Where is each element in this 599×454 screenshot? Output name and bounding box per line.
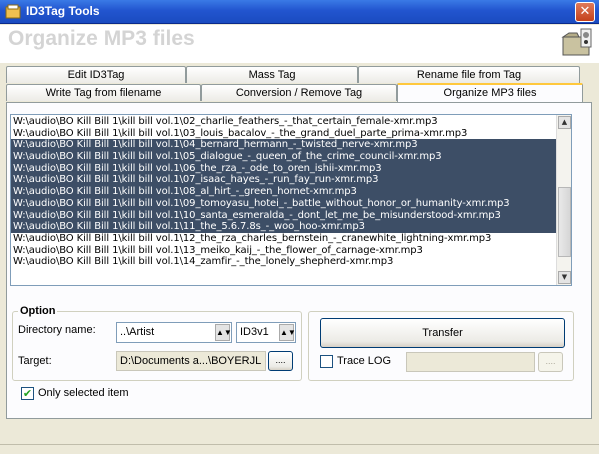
tab-write-tag-from-filename[interactable]: Write Tag from filename: [6, 84, 201, 101]
close-button[interactable]: ✕: [575, 2, 595, 22]
file-list[interactable]: W:\audio\BO Kill Bill 1\kill bill vol.1\…: [10, 114, 572, 286]
list-item[interactable]: W:\audio\BO Kill Bill 1\kill bill vol.1\…: [11, 245, 571, 257]
scroll-thumb[interactable]: [558, 187, 571, 257]
tab-rename-file-from-tag[interactable]: Rename file from Tag: [358, 66, 580, 83]
tag-version-select[interactable]: ID3v1 ▲▼: [236, 322, 296, 343]
scroll-up-button[interactable]: ▲: [558, 116, 571, 129]
list-item[interactable]: W:\audio\BO Kill Bill 1\kill bill vol.1\…: [11, 197, 571, 210]
vertical-scrollbar[interactable]: ▲ ▼: [556, 115, 571, 285]
list-item[interactable]: W:\audio\BO Kill Bill 1\kill bill vol.1\…: [11, 174, 571, 187]
tab-edit-id3tag[interactable]: Edit ID3Tag: [6, 66, 186, 83]
app-icon: [5, 4, 21, 19]
checkmark-icon: ✔: [22, 387, 33, 400]
tab-conversion-remove-tag[interactable]: Conversion / Remove Tag: [201, 84, 397, 101]
page-header: Organize MP3 files: [0, 25, 599, 63]
list-item[interactable]: W:\audio\BO Kill Bill 1\kill bill vol.1\…: [11, 221, 571, 233]
list-item[interactable]: W:\audio\BO Kill Bill 1\kill bill vol.1\…: [11, 186, 571, 198]
list-item[interactable]: W:\audio\BO Kill Bill 1\kill bill vol.1\…: [11, 162, 571, 175]
folder-music-icon: [561, 28, 592, 56]
title-bar: ID3Tag Tools ✕: [0, 0, 599, 24]
tab-mass-tag[interactable]: Mass Tag: [186, 66, 358, 83]
only-selected-label[interactable]: Only selected item: [38, 387, 128, 399]
list-item[interactable]: W:\audio\BO Kill Bill 1\kill bill vol.1\…: [11, 128, 571, 140]
list-item[interactable]: W:\audio\BO Kill Bill 1\kill bill vol.1\…: [11, 139, 571, 152]
spin-arrows-icon[interactable]: ▲▼: [279, 324, 296, 341]
trace-log-browse-button[interactable]: ....: [538, 352, 563, 372]
file-list-rows: W:\audio\BO Kill Bill 1\kill bill vol.1\…: [11, 115, 571, 268]
directory-name-label: Directory name:: [18, 324, 96, 336]
list-item[interactable]: W:\audio\BO Kill Bill 1\kill bill vol.1\…: [11, 256, 571, 268]
list-item[interactable]: W:\audio\BO Kill Bill 1\kill bill vol.1\…: [11, 116, 571, 128]
trace-log-label[interactable]: Trace LOG: [337, 355, 391, 367]
target-browse-button[interactable]: ....: [268, 351, 293, 371]
trace-log-checkbox[interactable]: [320, 355, 333, 368]
page-title: Organize MP3 files: [8, 27, 195, 50]
tag-version-value: ID3v1: [240, 326, 269, 338]
trace-log-path-field[interactable]: [406, 352, 535, 372]
directory-name-select[interactable]: ..\Artist ▲▼: [116, 322, 232, 343]
scroll-down-button[interactable]: ▼: [558, 271, 571, 284]
directory-name-value: ..\Artist: [120, 326, 155, 338]
target-label: Target:: [18, 355, 52, 367]
list-item[interactable]: W:\audio\BO Kill Bill 1\kill bill vol.1\…: [11, 209, 571, 222]
status-bar: [0, 444, 599, 454]
window-title: ID3Tag Tools: [26, 4, 100, 18]
spin-arrows-icon[interactable]: ▲▼: [215, 324, 232, 341]
list-item[interactable]: W:\audio\BO Kill Bill 1\kill bill vol.1\…: [11, 151, 571, 163]
list-item[interactable]: W:\audio\BO Kill Bill 1\kill bill vol.1\…: [11, 233, 571, 245]
target-field[interactable]: D:\Documents a...\BOYERJL: [116, 351, 266, 371]
tab-organize-mp3-files[interactable]: Organize MP3 files: [397, 83, 583, 102]
option-group-label: Option: [18, 305, 58, 317]
only-selected-checkbox[interactable]: ✔: [21, 387, 34, 400]
transfer-button[interactable]: Transfer: [320, 318, 565, 348]
